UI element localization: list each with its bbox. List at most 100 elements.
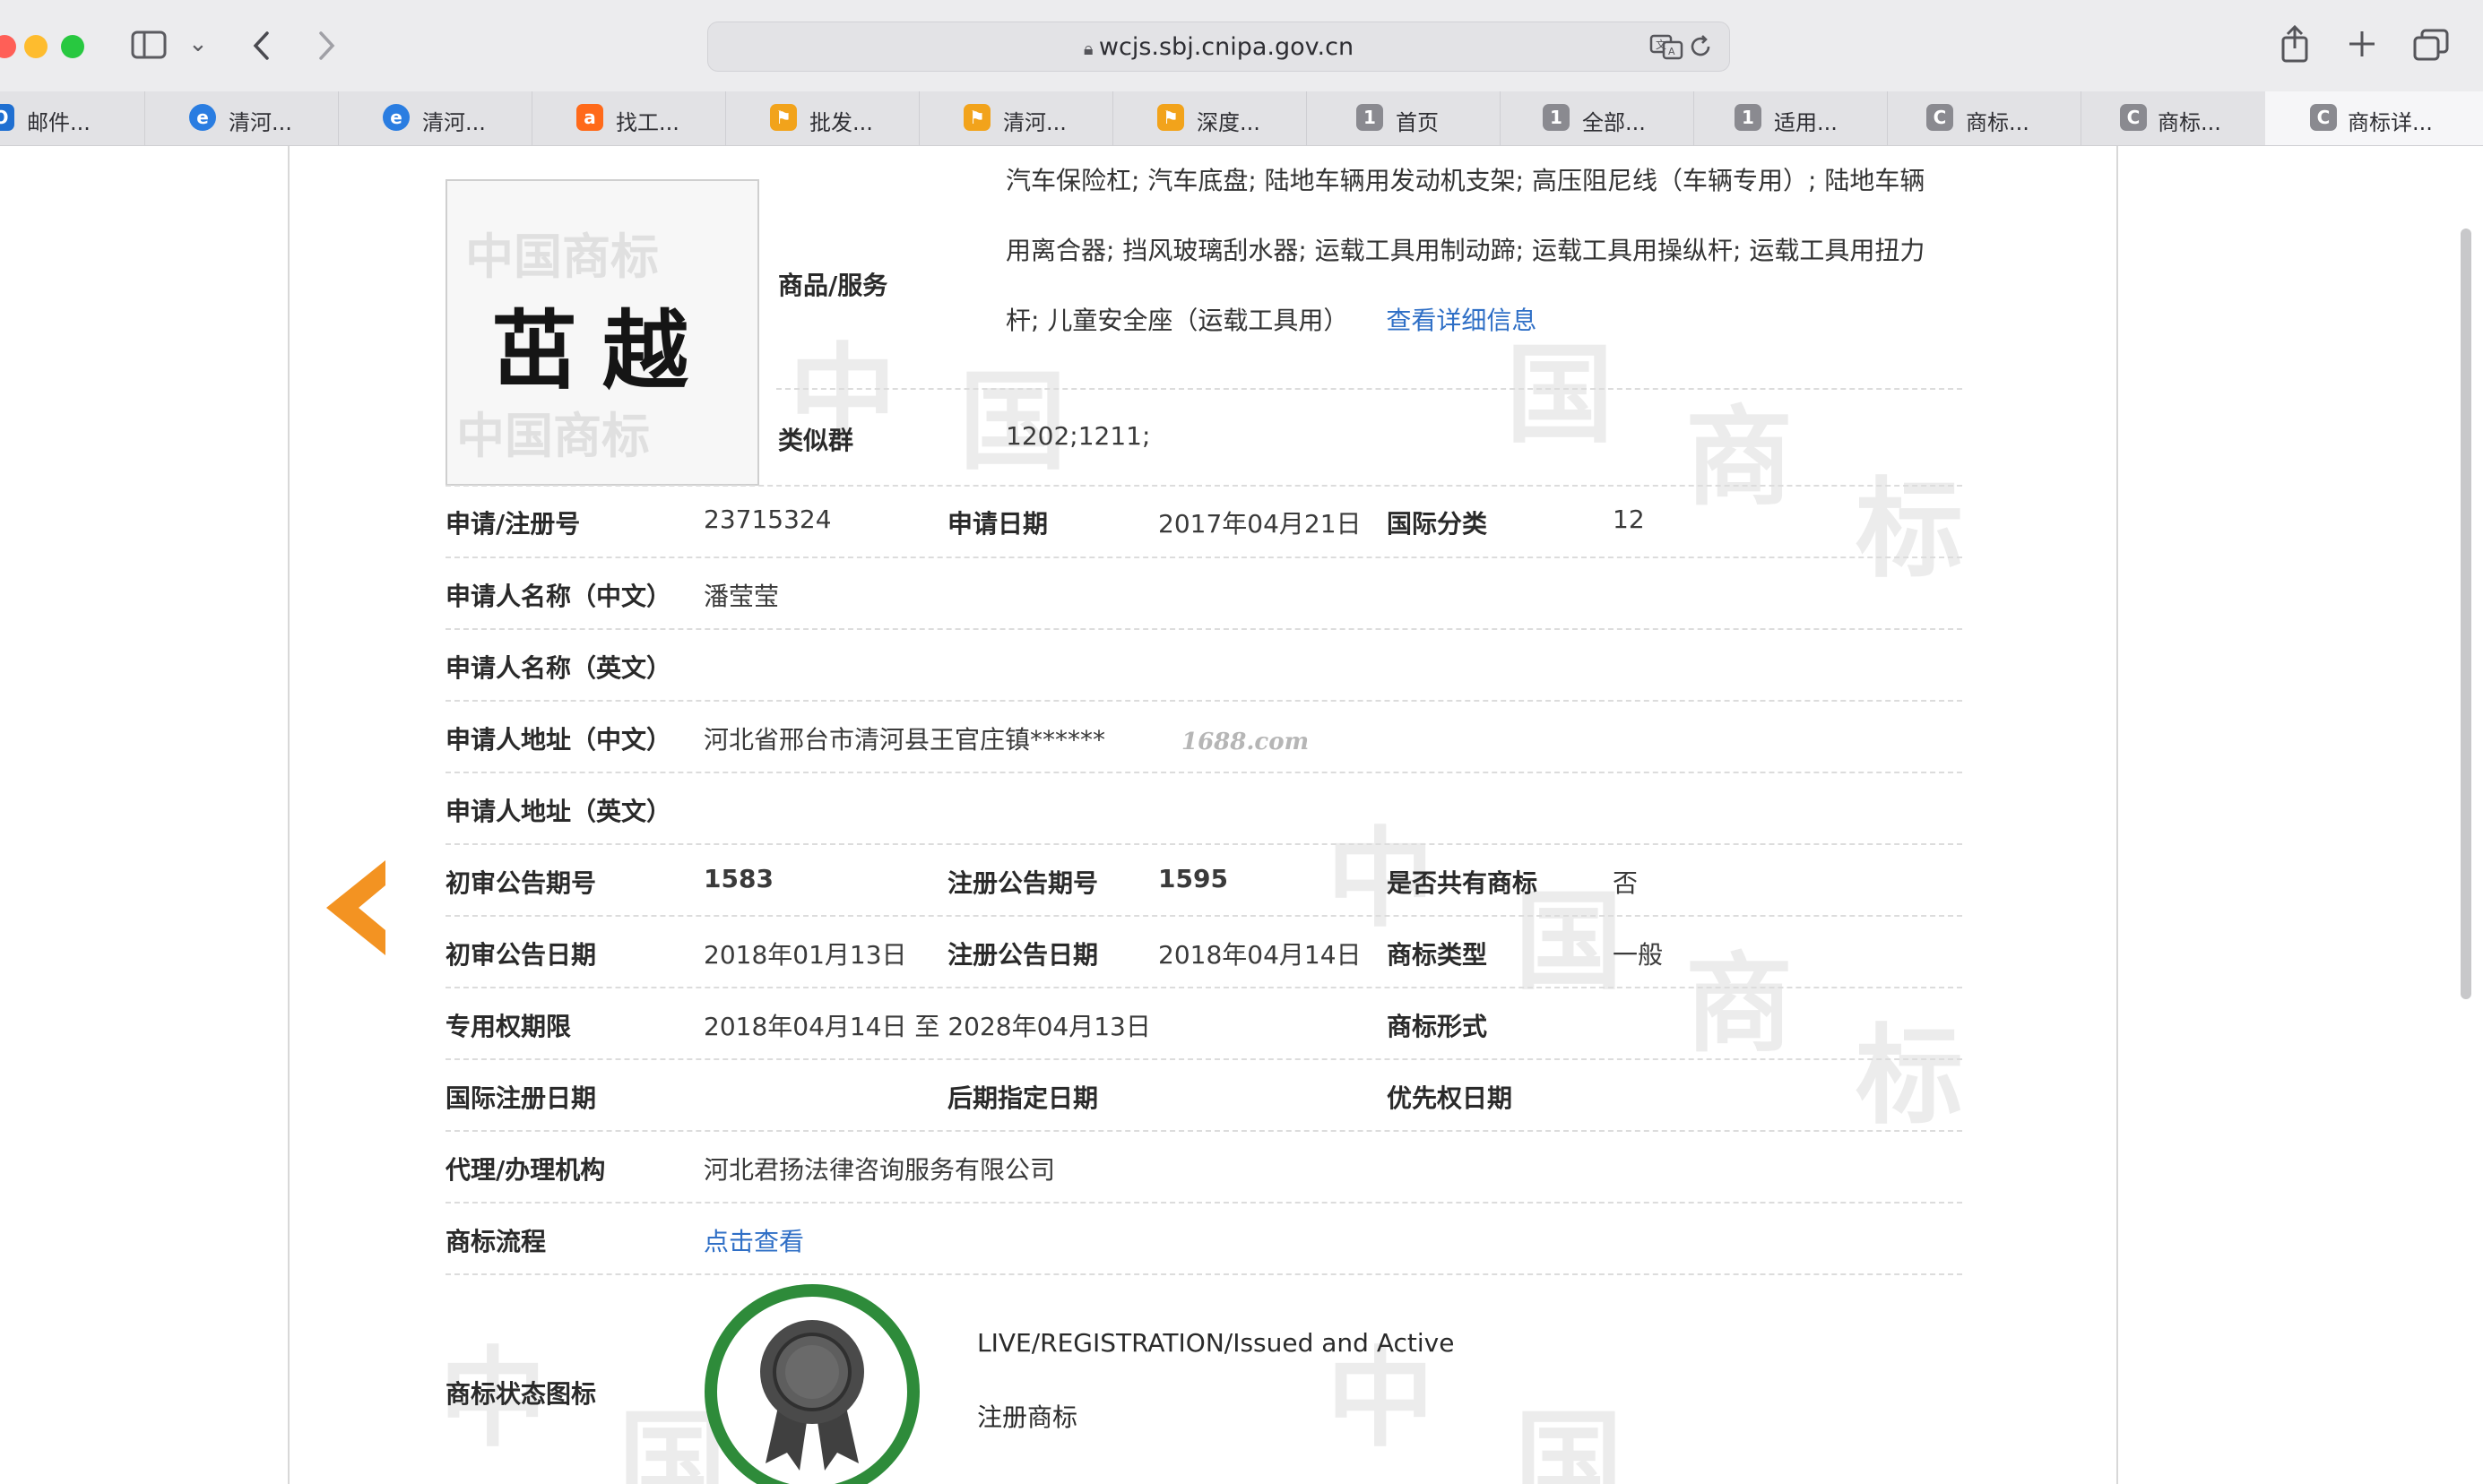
sidebar-toggle-icon[interactable] <box>131 30 167 63</box>
tab-label: 深度... <box>1197 110 1260 135</box>
intl-class-value: 12 <box>1613 505 1645 534</box>
similar-group-label: 类似群 <box>778 426 854 455</box>
forward-icon[interactable] <box>316 30 337 65</box>
tm-type-label: 商标类型 <box>1387 940 1488 970</box>
numbered-site-icon: 1 <box>1735 104 1761 131</box>
later-date-label: 后期指定日期 <box>947 1083 1099 1113</box>
minimize-window-button[interactable] <box>24 35 48 58</box>
reg-no-value: 23715324 <box>704 505 832 534</box>
tab-label: 商标... <box>2158 110 2221 135</box>
term-label: 专用权期限 <box>446 1012 572 1041</box>
tab-qinghe-3[interactable]: ⚑ 清河... <box>919 91 1113 145</box>
divider <box>446 700 1962 702</box>
back-icon[interactable] <box>251 30 273 65</box>
svg-text:A: A <box>1668 46 1675 57</box>
watermark-glyph: 标 <box>1856 1013 1963 1139</box>
divider <box>776 388 1962 390</box>
site-flag-icon: ⚑ <box>964 104 991 131</box>
tab-label: 邮件... <box>27 110 91 135</box>
reload-icon[interactable] <box>1687 33 1714 64</box>
url-field[interactable]: 🔒︎ wcjs.sbj.cnipa.gov.cn <box>708 33 1729 61</box>
site-flag-icon: ⚑ <box>1157 104 1184 131</box>
tab-qinghe-2[interactable]: e 清河... <box>338 91 532 145</box>
goods-line: 用离合器; 挡风玻璃刮水器; 运载工具用制动蹄; 运载工具用操纵杆; 运载工具用… <box>1006 236 1925 265</box>
image-watermark: 中国商标 <box>456 407 650 464</box>
tab-strip: O 邮件... e 清河... e 清河... a 找工... ⚑ 批发... … <box>0 91 2483 146</box>
registration-award-icon <box>703 1282 921 1484</box>
zoom-window-button[interactable] <box>61 35 84 58</box>
trademark-image: 中国商标 中国商标 茁越 <box>446 179 759 486</box>
watermark-glyph: 商 <box>1685 941 1793 1067</box>
tab-label: 清河... <box>229 110 292 135</box>
translate-icon[interactable]: 文A <box>1649 33 1683 64</box>
intl-class-label: 国际分类 <box>1387 509 1488 539</box>
browser-site-icon: e <box>383 104 410 131</box>
tab-trademark-detail[interactable]: C 商标详... <box>2265 91 2483 145</box>
prelim-date-value: 2018年01月13日 <box>704 940 907 970</box>
tab-label: 适用... <box>1774 110 1838 135</box>
tab-depth[interactable]: ⚑ 深度... <box>1112 91 1307 145</box>
tab-qinghe-1[interactable]: e 清河... <box>144 91 339 145</box>
tab-label: 全部... <box>1582 110 1646 135</box>
shared-label: 是否共有商标 <box>1387 868 1538 898</box>
tab-label: 清河... <box>1003 110 1067 135</box>
reg-pub-date-label: 注册公告日期 <box>947 940 1099 970</box>
letter-site-icon: C <box>1926 104 1953 131</box>
site-watermark: 1688.com <box>1181 729 1310 755</box>
tab-mail[interactable]: O 邮件... <box>0 91 145 145</box>
tab-find-work[interactable]: a 找工... <box>532 91 726 145</box>
divider <box>446 987 1962 988</box>
process-link[interactable]: 点击查看 <box>704 1222 804 1258</box>
reg-pub-no-value: 1595 <box>1158 864 1228 893</box>
address-bar[interactable]: 🔒︎ wcjs.sbj.cnipa.gov.cn 文A <box>707 22 1730 72</box>
divider <box>446 1273 1962 1275</box>
applicant-cn-label: 申请人名称（中文） <box>446 582 672 611</box>
numbered-site-icon: 1 <box>1543 104 1570 131</box>
divider <box>446 915 1962 917</box>
alibaba-icon: a <box>576 104 603 131</box>
tab-overview-icon[interactable] <box>2413 29 2449 65</box>
web-page: 中 国 国 商 标 中 国 商 标 中 国 中 国 中国商标 中国商标 茁越 商… <box>0 146 2483 1484</box>
address-en-label: 申请人地址（英文） <box>446 797 672 826</box>
tab-home[interactable]: 1 首页 <box>1306 91 1501 145</box>
tab-label: 清河... <box>422 110 486 135</box>
tab-applicable[interactable]: 1 适用... <box>1693 91 1888 145</box>
status-cn-text: 注册商标 <box>977 1402 1078 1432</box>
goods-detail-link[interactable]: 查看详细信息 <box>1386 306 1536 335</box>
goods-label: 商品/服务 <box>778 271 888 300</box>
numbered-site-icon: 1 <box>1356 104 1383 131</box>
letter-site-icon: C <box>2310 104 2337 131</box>
tab-wholesale[interactable]: ⚑ 批发... <box>725 91 920 145</box>
watermark-glyph: 标 <box>1856 466 1963 592</box>
share-icon[interactable] <box>2280 24 2310 66</box>
content-frame-right <box>2116 146 2118 1484</box>
applicant-cn-value: 潘莹莹 <box>704 582 780 611</box>
address-cn-label: 申请人地址（中文） <box>446 725 672 755</box>
new-tab-icon[interactable] <box>2347 29 2377 63</box>
prelim-no-label: 初审公告期号 <box>446 868 597 898</box>
browser-toolbar: ⌄ 🔒︎ wcjs.sbj.cnipa.gov.cn 文A <box>0 0 2483 91</box>
tab-trademark-1[interactable]: C 商标... <box>1887 91 2081 145</box>
divider <box>446 556 1962 558</box>
site-flag-icon: ⚑ <box>770 104 797 131</box>
page-scrollbar[interactable] <box>2461 229 2471 999</box>
image-watermark: 中国商标 <box>465 228 659 285</box>
svg-text:文: 文 <box>1656 38 1666 51</box>
divider <box>446 772 1962 773</box>
tm-type-value: 一般 <box>1613 940 1664 970</box>
divider <box>446 485 1962 487</box>
tab-label: 首页 <box>1396 110 1439 135</box>
back-arrow-icon[interactable] <box>326 860 389 959</box>
agency-label: 代理/办理机构 <box>446 1155 606 1185</box>
tab-label: 商标... <box>1966 110 2029 135</box>
tab-trademark-2[interactable]: C 商标... <box>2081 91 2266 145</box>
tab-all[interactable]: 1 全部... <box>1500 91 1694 145</box>
close-window-button[interactable] <box>0 35 16 58</box>
apply-date-label: 申请日期 <box>947 509 1049 539</box>
process-label: 商标流程 <box>446 1227 547 1256</box>
status-en-text: LIVE/REGISTRATION/Issued and Active <box>977 1328 1455 1358</box>
term-value: 2018年04月14日 至 2028年04月13日 <box>704 1012 1151 1041</box>
status-icon-label: 商标状态图标 <box>446 1379 597 1409</box>
watermark-glyph: 国 <box>959 358 1067 485</box>
chevron-down-icon[interactable]: ⌄ <box>188 32 208 56</box>
